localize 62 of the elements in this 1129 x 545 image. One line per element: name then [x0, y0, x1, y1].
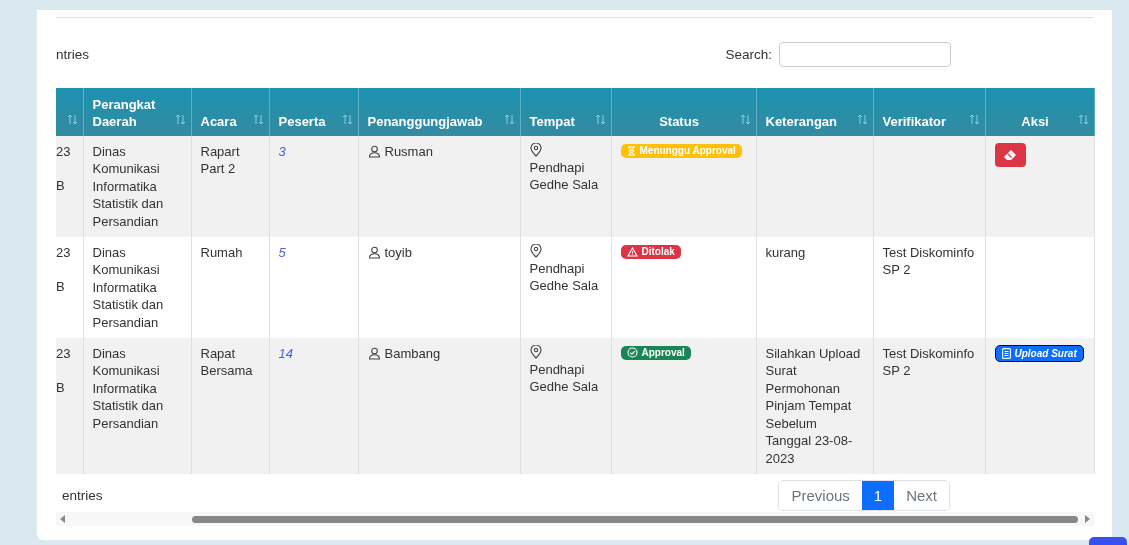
column-header[interactable]: Peserta	[269, 88, 358, 136]
column-header[interactable]: Status	[611, 88, 756, 136]
table-cell: Dinas Komunikasi Informatika Statistik dan Persandian	[83, 136, 191, 238]
person-name: Bambang	[384, 345, 441, 363]
column-header[interactable]: Keterangan	[756, 88, 873, 136]
document-icon	[1001, 348, 1011, 360]
column-header[interactable]: Acara	[191, 88, 269, 136]
location-pin-icon	[529, 345, 542, 360]
table-cell: Rapat Bersama	[191, 338, 269, 475]
pagination-button[interactable]: 1	[861, 481, 895, 511]
sort-icon	[968, 114, 980, 125]
status-badge: Approval	[620, 345, 691, 360]
search-field[interactable]	[779, 41, 951, 67]
column-header[interactable]: Verifikator	[873, 88, 985, 136]
table-cell: Rapart Part 2	[191, 136, 269, 238]
sort-icon	[594, 114, 606, 125]
status-badge: Menunggu Approval	[620, 144, 742, 158]
verifier-name: Test Diskominfo SP 2	[882, 245, 975, 278]
participant-count-link[interactable]: 5	[278, 245, 286, 261]
person-name: Rusman	[384, 143, 433, 161]
location-pin-icon	[529, 244, 542, 259]
table-cell: 23 B	[56, 237, 83, 339]
eraser-icon	[1003, 149, 1017, 161]
upload-button[interactable]: Upload Surat	[994, 345, 1084, 363]
sort-icon	[252, 114, 264, 125]
table-cell: Dinas Komunikasi Informatika Statistik dan Persandian	[83, 237, 191, 339]
sort-icon	[174, 114, 186, 125]
person-icon	[367, 246, 381, 260]
sort-icon	[341, 114, 353, 125]
location-pin-icon	[529, 143, 542, 157]
column-header[interactable]: Tempat	[520, 88, 611, 136]
erase-button[interactable]	[994, 143, 1026, 167]
participant-count-link[interactable]: 3	[278, 144, 286, 159]
participant-count-link[interactable]: 14	[278, 346, 293, 362]
note-text: kurang	[765, 245, 806, 261]
person-name: toyib	[384, 244, 412, 262]
note-text: Silahkan Upload Surat Permohonan Pinjam Tempat Sebelum Tanggal 23-08-2023	[765, 346, 861, 466]
person-icon	[367, 145, 381, 159]
entries-label: ntries	[56, 46, 89, 62]
sort-icon	[739, 114, 751, 125]
sort-icon	[66, 114, 78, 125]
column-header[interactable]: Perangkat Daerah	[83, 88, 191, 136]
table-cell: 23 B	[56, 136, 83, 238]
scroll-left-icon[interactable]	[60, 515, 66, 524]
horizontal-scrollbar[interactable]	[56, 512, 1094, 527]
person-icon	[367, 347, 381, 361]
table-cell: 23 B	[56, 338, 83, 475]
verifier-name: Test Diskominfo SP 2	[882, 346, 975, 379]
sort-icon	[1077, 114, 1089, 125]
scroll-right-icon[interactable]	[1084, 515, 1090, 524]
search-label: Search:	[725, 46, 772, 62]
table-cell: Dinas Komunikasi Informatika Statistik dan Persandian	[83, 338, 191, 475]
column-header[interactable]: Penanggungjawab	[358, 88, 520, 136]
place-name: Pendhapi Gedhe Sala	[529, 361, 600, 396]
column-header[interactable]: Aksi	[985, 88, 1094, 136]
table-cell: Rumah	[191, 237, 269, 339]
place-name: Pendhapi Gedhe Sala	[529, 159, 600, 194]
place-name: Pendhapi Gedhe Sala	[529, 260, 600, 295]
status-badge: Ditolak	[620, 245, 681, 260]
entries-info: entries	[61, 488, 103, 504]
sort-icon	[856, 114, 868, 125]
sort-icon	[503, 114, 515, 125]
